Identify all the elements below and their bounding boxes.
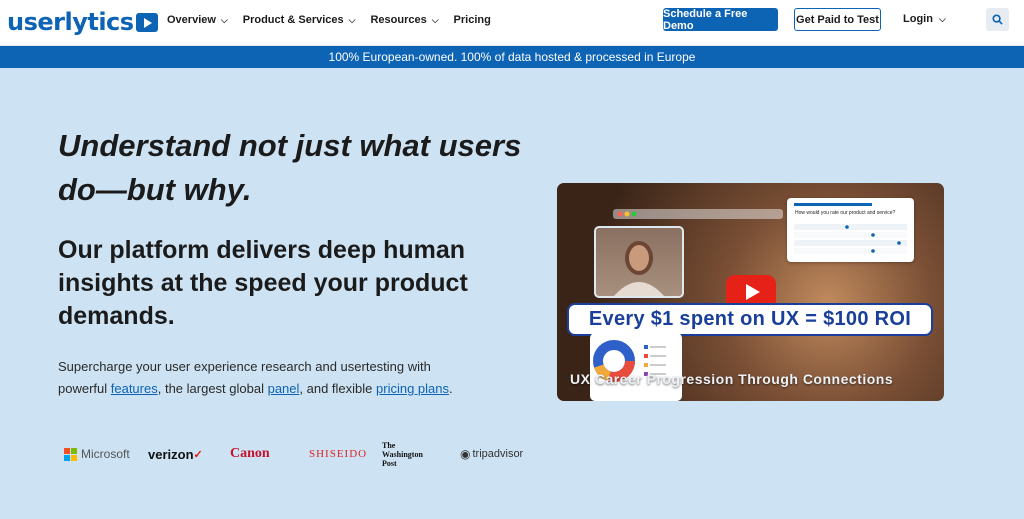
main-menu: Overview ⌵ Product & Services ⌵ Resource… — [167, 0, 491, 40]
shiseido-logo: SHISEIDO — [309, 445, 367, 463]
chevron-down-icon: ⌵ — [431, 14, 439, 25]
chevron-down-icon: ⌵ — [348, 14, 356, 25]
hero-headline: Understand not just what users do—but wh… — [58, 128, 522, 207]
canon-logo: Canon — [230, 445, 270, 463]
canon-label: Canon — [230, 446, 270, 461]
survey-question: How would you rate our product and servi… — [795, 210, 896, 216]
person-icon — [614, 241, 664, 296]
menu-resources-label: Resources — [370, 14, 427, 26]
userlytics-logo[interactable]: userlytics — [7, 8, 158, 36]
washington-post-label: The Washington Post — [382, 440, 423, 468]
roi-banner: Every $1 spent on UX = $100 ROI — [567, 303, 933, 336]
donut-chart-card — [590, 333, 682, 401]
login-menu[interactable]: Login ⌵ — [903, 13, 946, 25]
features-link[interactable]: features — [111, 381, 158, 396]
microsoft-label: Microsoft — [81, 447, 130, 461]
verizon-label: verizon — [148, 446, 194, 462]
verizon-logo: verizon ✓ — [148, 445, 203, 463]
top-nav: userlytics Overview ⌵ Product & Services… — [0, 0, 1024, 46]
schedule-demo-button[interactable]: Schedule a Free Demo — [663, 8, 778, 32]
get-paid-button[interactable]: Get Paid to Test — [794, 8, 881, 31]
menu-product-services[interactable]: Product & Services ⌵ — [243, 14, 356, 26]
verizon-check-icon: ✓ — [193, 448, 203, 461]
video-caption: UX Career Progression Through Connection… — [570, 371, 894, 387]
microsoft-logo: Microsoft — [64, 445, 130, 463]
menu-product-services-label: Product & Services — [242, 14, 344, 26]
survey-card: How would you rate our product and servi… — [787, 198, 914, 262]
browser-window-bar — [613, 209, 783, 219]
pricing-plans-link[interactable]: pricing plans — [376, 381, 449, 396]
shiseido-label: SHISEIDO — [309, 448, 368, 460]
hero-subheadline: Our platform delivers deep human insight… — [58, 236, 468, 330]
para-text: , and flexible — [299, 381, 377, 396]
panel-link[interactable]: panel — [268, 381, 300, 396]
owl-icon: ◉ — [460, 447, 471, 461]
participant-webcam — [594, 226, 684, 298]
survey-table — [794, 203, 907, 254]
logo-text: userlytics — [7, 8, 134, 36]
menu-pricing[interactable]: Pricing — [454, 14, 491, 26]
tripadvisor-label: tripadvisor — [472, 448, 524, 460]
menu-overview[interactable]: Overview ⌵ — [167, 14, 228, 26]
eu-banner: 100% European-owned. 100% of data hosted… — [0, 46, 1024, 68]
para-text: . — [449, 381, 453, 396]
donut-chart-icon — [593, 340, 666, 382]
tripadvisor-logo: ◉ tripadvisor — [460, 445, 523, 463]
menu-pricing-label: Pricing — [453, 14, 491, 26]
logo-play-icon — [135, 12, 158, 32]
menu-resources[interactable]: Resources ⌵ — [370, 14, 438, 26]
hero-paragraph: Supercharge your user experience researc… — [58, 356, 478, 400]
para-text: , the largest global — [157, 381, 268, 396]
login-label: Login — [903, 13, 933, 25]
chevron-down-icon: ⌵ — [938, 13, 946, 24]
washington-post-logo: The Washington Post — [382, 441, 423, 468]
chevron-down-icon: ⌵ — [220, 14, 228, 25]
microsoft-grid-icon — [64, 447, 77, 461]
menu-overview-label: Overview — [167, 14, 216, 26]
search-button[interactable] — [986, 8, 1009, 31]
search-icon — [992, 14, 1003, 25]
